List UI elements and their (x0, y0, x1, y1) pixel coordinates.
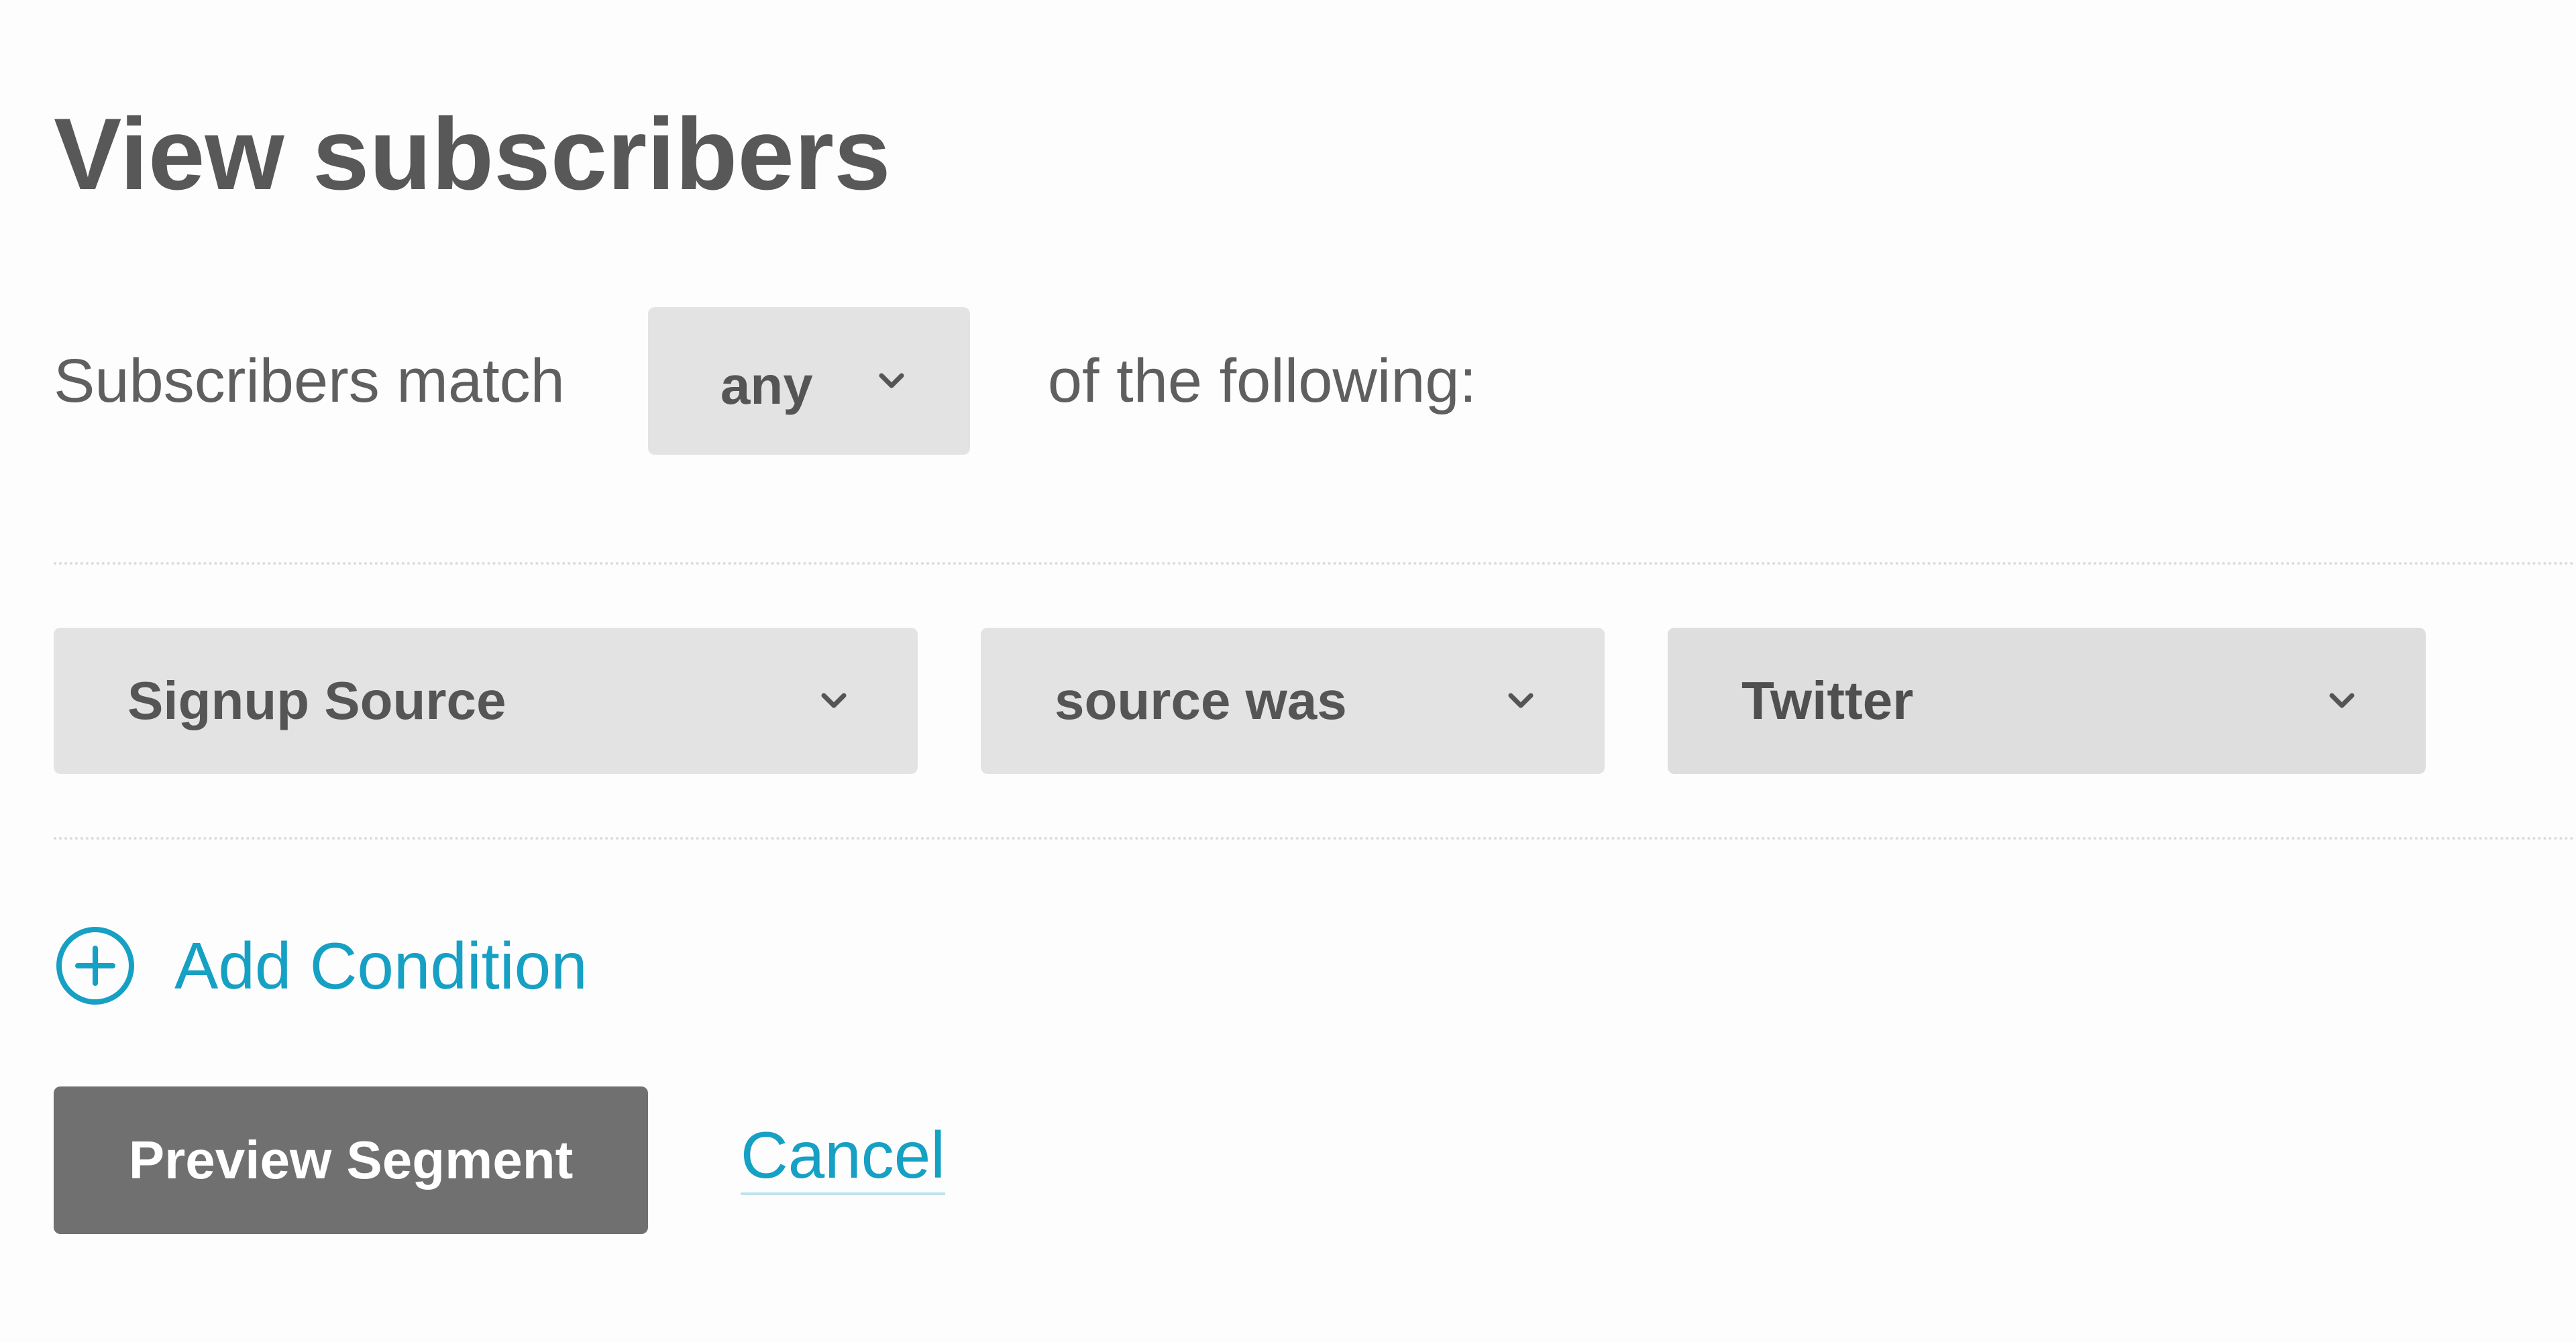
add-condition-button[interactable]: Add Condition (54, 922, 588, 1009)
preview-segment-button[interactable]: Preview Segment (54, 1086, 648, 1234)
condition-operator-select[interactable]: source was (981, 628, 1605, 774)
page-title: View subscribers (54, 97, 891, 211)
condition-row: Signup Source source was Twitter (54, 628, 2426, 774)
form-actions: Preview Segment Cancel (54, 1086, 946, 1234)
cancel-link[interactable]: Cancel (741, 1117, 946, 1196)
condition-operator-value: source was (1055, 671, 1347, 730)
divider (54, 837, 2576, 840)
match-prefix-text: Subscribers match (54, 346, 565, 415)
match-mode-select[interactable]: any (647, 307, 970, 455)
match-mode-value: any (720, 355, 813, 415)
match-row: Subscribers match any of the following: (54, 307, 1477, 455)
condition-field-select[interactable]: Signup Source (54, 628, 918, 774)
add-condition-label: Add Condition (174, 928, 588, 1003)
chevron-down-icon (817, 684, 851, 718)
condition-field-value: Signup Source (127, 671, 506, 730)
match-suffix-text: of the following: (1047, 346, 1477, 415)
divider (54, 562, 2576, 565)
chevron-down-icon (2325, 684, 2359, 718)
condition-value-text: Twitter (1741, 671, 1914, 730)
plus-circle-icon (54, 924, 137, 1007)
segment-editor: View subscribers Subscribers match any o… (0, 0, 2576, 1342)
condition-value-select[interactable]: Twitter (1668, 628, 2426, 774)
chevron-down-icon (875, 364, 908, 398)
chevron-down-icon (1504, 684, 1538, 718)
